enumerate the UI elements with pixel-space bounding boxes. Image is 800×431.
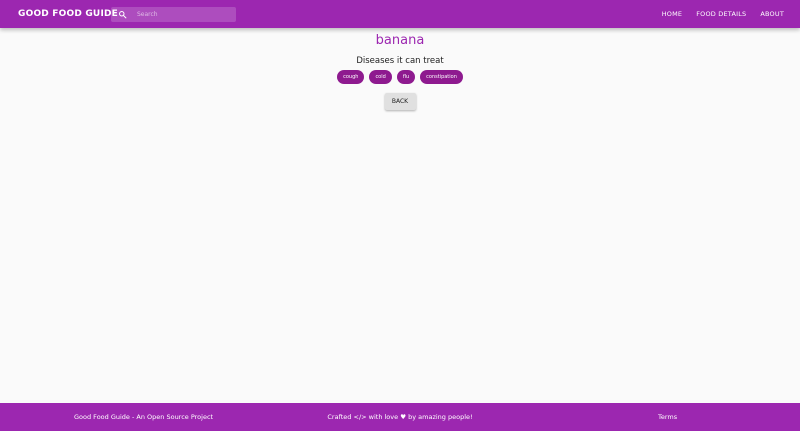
disease-chip-list: cough cold flu constipation [0,70,800,84]
search-input[interactable] [137,11,232,18]
top-nav: HOME FOOD DETAILS ABOUT [648,0,784,28]
disease-chip[interactable]: constipation [420,70,463,84]
nav-home[interactable]: HOME [662,10,683,18]
app-bar: GOOD FOOD GUIDE HOME FOOD DETAILS ABOUT [0,0,800,28]
main-content: banana Diseases it can treat cough cold … [0,28,800,110]
disease-chip[interactable]: cold [369,70,392,84]
search-box[interactable] [111,7,236,22]
food-name-title: banana [375,33,425,48]
brand-title[interactable]: GOOD FOOD GUIDE [18,0,118,28]
footer-people-link[interactable]: amazing people! [418,413,472,421]
search-icon [111,10,133,19]
footer-credits: Crafted </> with love ♥ by amazing peopl… [0,403,800,431]
disease-chip[interactable]: flu [396,70,416,84]
nav-about[interactable]: ABOUT [760,10,784,18]
footer-terms-link[interactable]: Terms [658,403,677,431]
footer-credits-text: Crafted </> with love ♥ by [327,413,419,421]
footer: Good Food Guide - An Open Source Project… [0,403,800,431]
nav-food-details[interactable]: FOOD DETAILS [696,10,746,18]
back-button[interactable]: BACK [384,93,416,110]
section-title: Diseases it can treat [356,56,444,66]
disease-chip[interactable]: cough [337,70,365,84]
